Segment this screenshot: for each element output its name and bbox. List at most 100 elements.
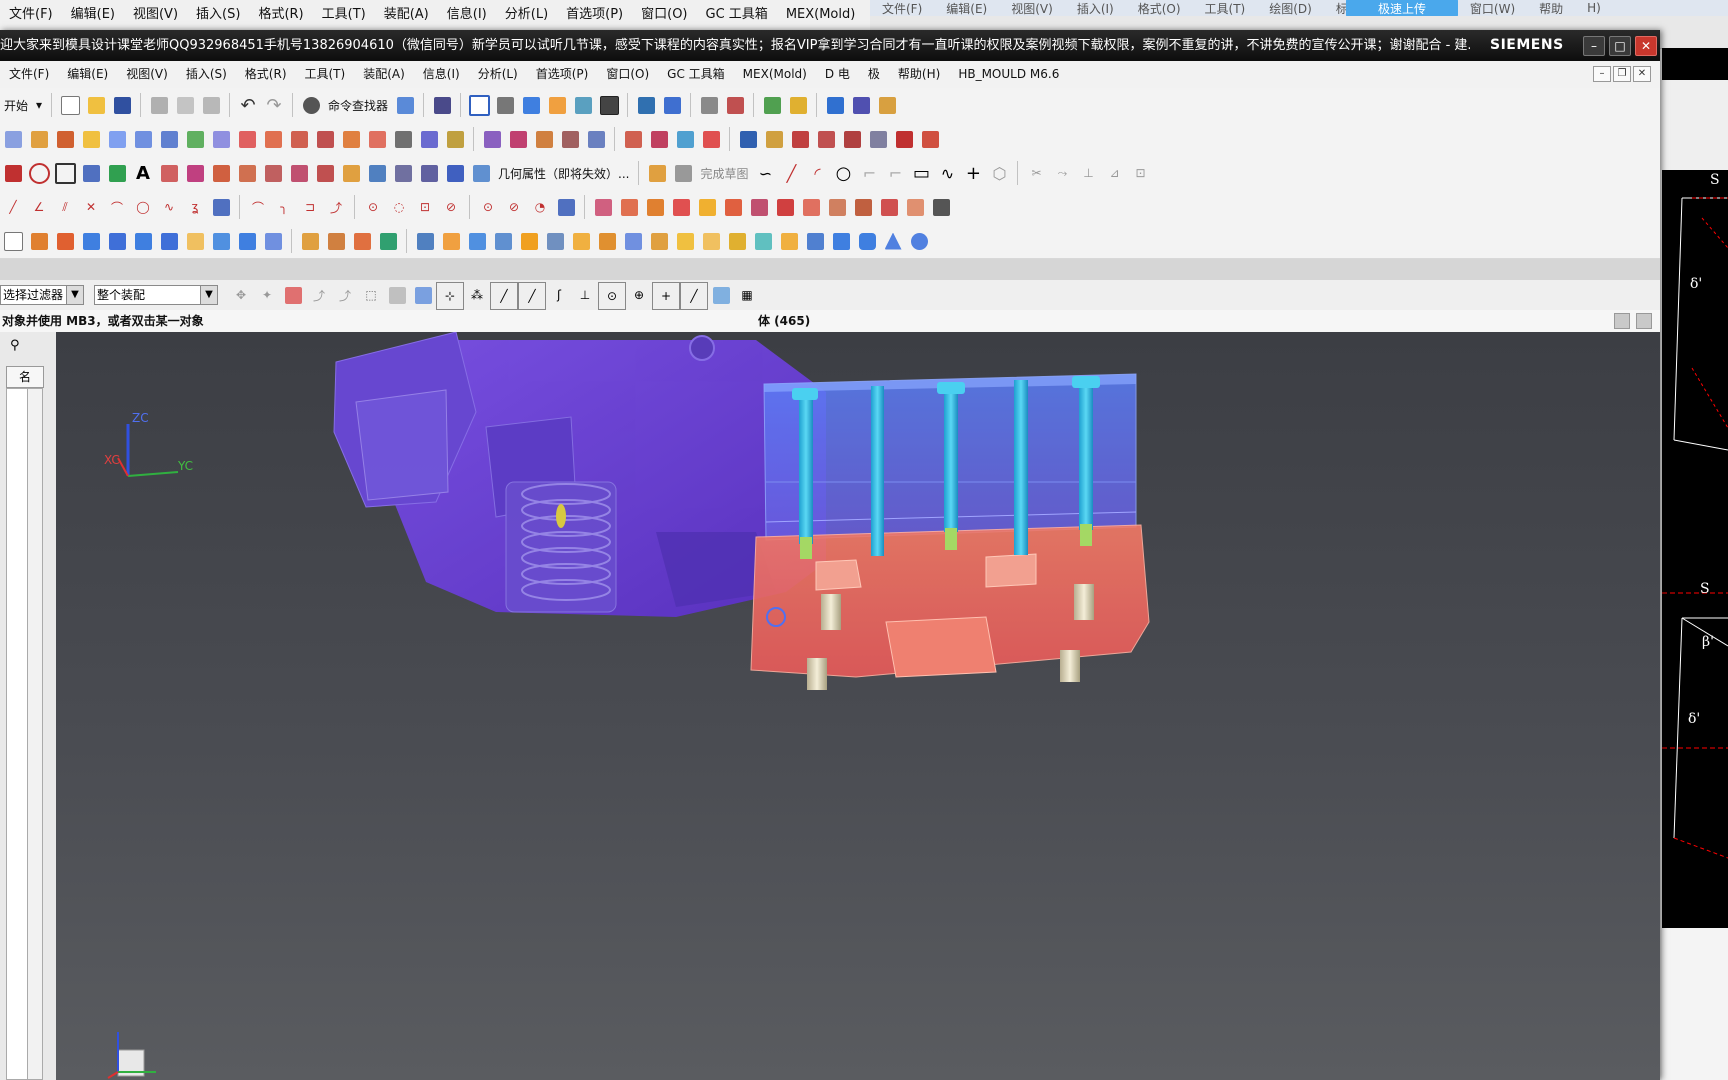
sketch-spline-icon[interactable] — [78, 160, 104, 186]
feature-select-icon[interactable]: ✦ — [254, 282, 280, 308]
snap-center-icon[interactable]: ⊙ — [598, 282, 626, 310]
select-curve-icon[interactable]: ⤴ — [306, 282, 332, 308]
menu-item[interactable]: 视图(V) — [117, 61, 177, 88]
snap-icon[interactable] — [429, 92, 455, 118]
close-button[interactable]: ✕ — [1635, 36, 1657, 56]
line-icon[interactable]: ╱ — [778, 160, 804, 186]
menu-item[interactable]: 极 — [859, 61, 889, 88]
solid-icon-14[interactable] — [438, 228, 464, 254]
surface-tool-icon-8[interactable] — [182, 126, 208, 152]
studio-spline-icon[interactable]: ∿ — [934, 160, 960, 186]
rectangle-icon[interactable] — [52, 160, 78, 186]
doc-minimize-button[interactable]: – — [1593, 66, 1611, 82]
circle-icon[interactable]: ○ — [830, 160, 856, 186]
grid-curve-icon[interactable] — [208, 194, 234, 220]
fillet-icon[interactable]: ⌐ — [856, 160, 882, 186]
wcs-icon[interactable] — [633, 92, 659, 118]
surface-tool-icon-28[interactable] — [735, 126, 761, 152]
snap-quadrant-icon[interactable]: ⊕ — [626, 282, 652, 308]
surface-tool-icon-23[interactable] — [583, 126, 609, 152]
open-folder-icon[interactable] — [83, 92, 109, 118]
block-icon[interactable] — [26, 228, 52, 254]
pin-1[interactable] — [799, 394, 813, 544]
background-menu-item[interactable]: 文件(F) — [870, 0, 934, 16]
return-pin-1[interactable] — [821, 594, 841, 630]
bracket-icon[interactable]: ⊐ — [297, 194, 323, 220]
graphics-viewport[interactable]: ZC XC YC — [56, 332, 1660, 1080]
selection-scope-select[interactable]: 整个装配 — [94, 285, 204, 305]
profile-icon[interactable]: ∽ — [752, 160, 778, 186]
basic-line-icon[interactable]: ╱ — [0, 194, 26, 220]
surface-tool-icon-34[interactable] — [891, 126, 917, 152]
solid-icon-21[interactable] — [620, 228, 646, 254]
geometry-property-icon[interactable] — [468, 160, 494, 186]
polygon-icon[interactable]: ⬡ — [986, 160, 1012, 186]
surface-tool-icon-26[interactable] — [672, 126, 698, 152]
chevron-down-icon[interactable]: ▼ — [66, 285, 84, 305]
menu-item[interactable]: 工具(T) — [296, 61, 355, 88]
surface-tool-icon-18[interactable] — [442, 126, 468, 152]
selection-filter-select[interactable]: 选择过滤器 — [0, 285, 70, 305]
hole-icon[interactable] — [52, 228, 78, 254]
text-icon[interactable]: A — [130, 160, 156, 186]
surface-tool-icon-20[interactable] — [505, 126, 531, 152]
return-pin-3[interactable] — [1074, 584, 1094, 620]
move-to-layer-icon[interactable] — [722, 92, 748, 118]
background-menu-item[interactable]: 视图(V) — [999, 0, 1065, 16]
fullscreen-icon[interactable] — [1636, 313, 1652, 329]
menu-item[interactable]: D 电 — [816, 61, 859, 88]
datum-icon[interactable] — [390, 160, 416, 186]
quick-trim-icon[interactable]: ✂ — [1023, 160, 1049, 186]
edit-section-icon[interactable] — [544, 92, 570, 118]
doc-restore-button[interactable]: ❐ — [1613, 66, 1631, 82]
trim-icon[interactable] — [208, 160, 234, 186]
menu-item[interactable]: 编辑(E) — [58, 61, 117, 88]
surface-tool-icon-11[interactable] — [260, 126, 286, 152]
save-icon[interactable] — [109, 92, 135, 118]
surface-tool-icon-24[interactable] — [620, 126, 646, 152]
pin-4[interactable] — [1014, 380, 1028, 555]
sketch-rectangle-icon[interactable]: ▭ — [908, 160, 934, 186]
navigator-tab[interactable]: 名 — [6, 366, 44, 388]
select-edge-icon[interactable]: ⤴ — [332, 282, 358, 308]
measure-body-icon[interactable] — [874, 92, 900, 118]
command-finder-button[interactable]: 命令查找器 — [324, 97, 392, 114]
solid-icon-11[interactable] — [349, 228, 375, 254]
background-color-icon[interactable] — [596, 92, 622, 118]
start-dropdown-icon[interactable]: ▾ — [32, 98, 46, 112]
surface-tool-icon-22[interactable] — [557, 126, 583, 152]
solid-icon-22[interactable] — [646, 228, 672, 254]
curve-spline-icon[interactable]: ∿ — [156, 194, 182, 220]
menu-item[interactable]: 插入(S) — [177, 61, 236, 88]
menu-item[interactable]: MEX(Mold) — [734, 61, 816, 88]
solid-icon-26[interactable] — [750, 228, 776, 254]
copy-icon[interactable] — [172, 92, 198, 118]
surface-tool-icon-16[interactable] — [390, 126, 416, 152]
feature-icon-6[interactable] — [720, 194, 746, 220]
outer-menu-item[interactable]: 首选项(P) — [557, 0, 632, 30]
show-hide-icon[interactable] — [759, 92, 785, 118]
layer-settings-icon[interactable] — [696, 92, 722, 118]
select-body-icon[interactable] — [384, 282, 410, 308]
point-set-icon[interactable] — [553, 194, 579, 220]
mirror-icon[interactable] — [260, 160, 286, 186]
sketch-curve-icon[interactable] — [0, 160, 26, 186]
measure-distance-icon[interactable] — [848, 92, 874, 118]
maximize-button[interactable]: □ — [1609, 36, 1631, 56]
sketch-circle-icon[interactable] — [26, 160, 52, 186]
point-icon[interactable]: + — [960, 160, 986, 186]
paste-icon[interactable] — [198, 92, 224, 118]
snap-arc-icon[interactable]: ʃ — [546, 282, 572, 308]
snap-line-icon[interactable]: ╱ — [490, 282, 518, 310]
solid-icon-1[interactable] — [78, 228, 104, 254]
arc-center-icon[interactable]: ⊙ — [475, 194, 501, 220]
feature-icon-8[interactable] — [772, 194, 798, 220]
display-mode-icon[interactable] — [570, 92, 596, 118]
shaded-cube-icon[interactable] — [518, 92, 544, 118]
geometry-property-button[interactable]: 几何属性（即将失效）... — [494, 165, 633, 182]
surface-tool-icon-3[interactable] — [52, 126, 78, 152]
snap-point-icon[interactable]: + — [652, 282, 680, 310]
menu-item[interactable]: 文件(F) — [0, 61, 58, 88]
surface-tool-icon-9[interactable] — [208, 126, 234, 152]
dimension-icon[interactable]: ⊡ — [1127, 160, 1153, 186]
